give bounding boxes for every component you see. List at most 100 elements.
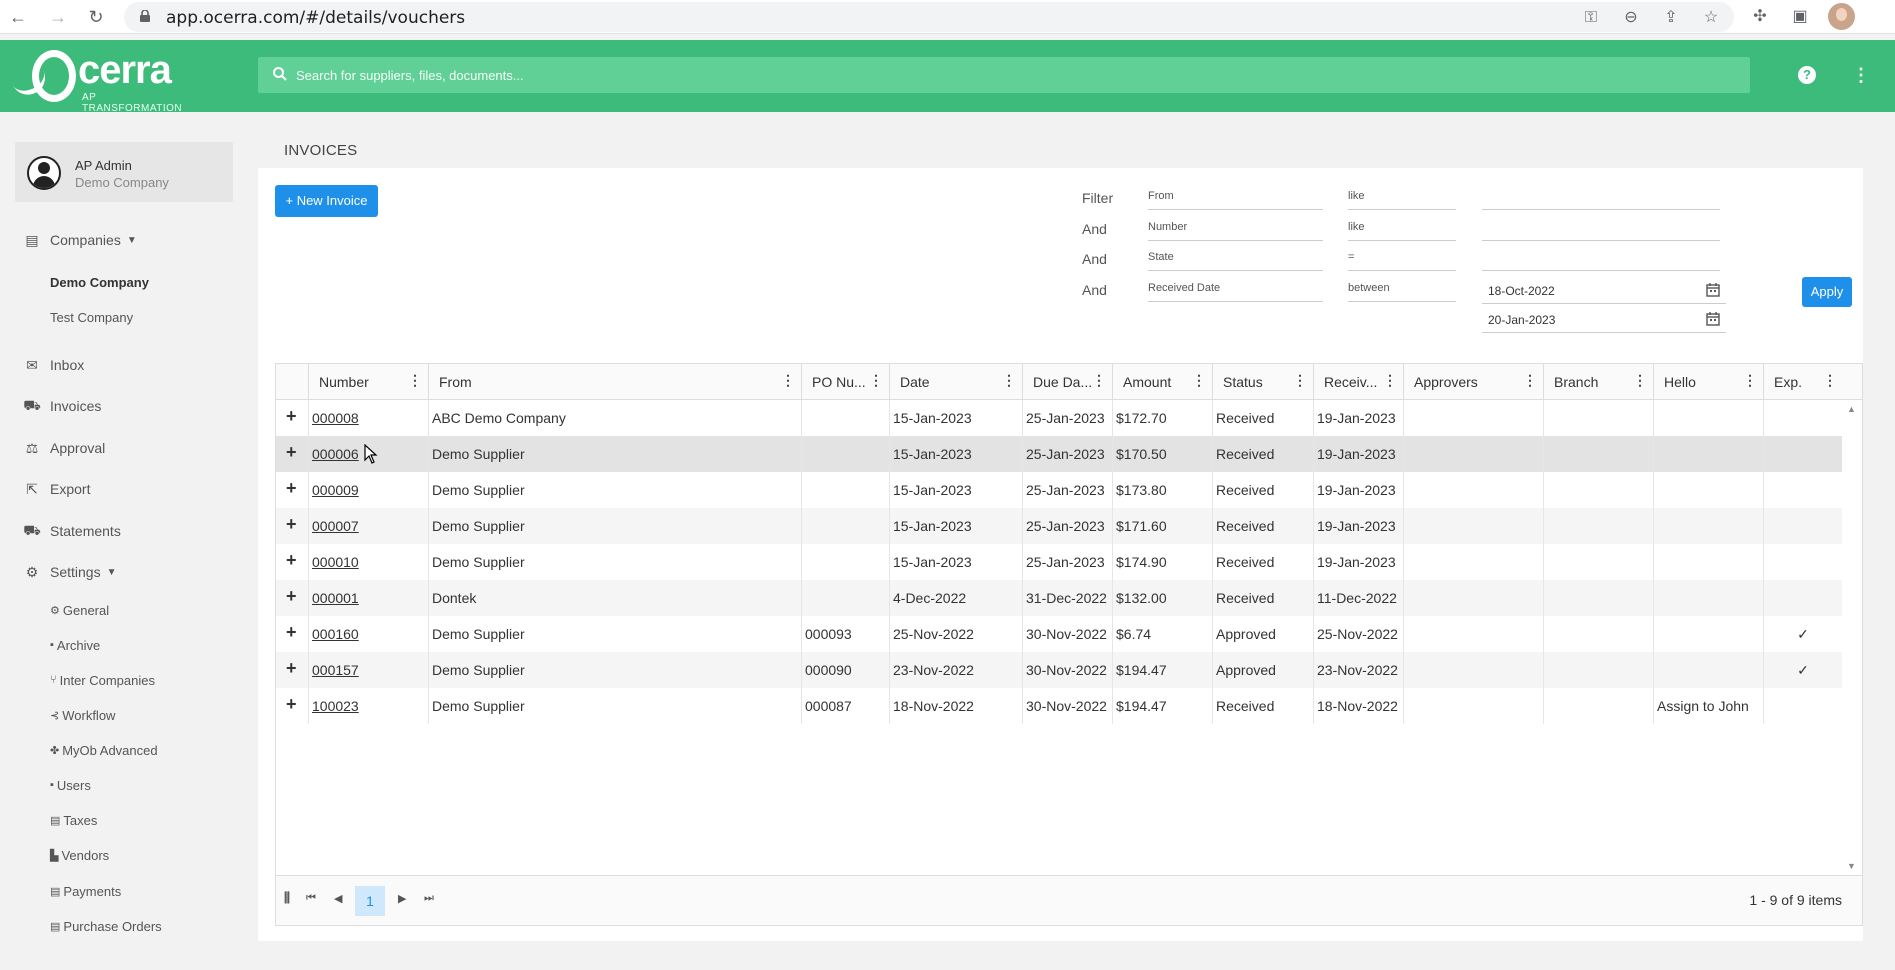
zoom-out-icon[interactable]: ⊖ — [1620, 7, 1642, 29]
vertical-scrollbar[interactable]: ▲ ▼ — [1842, 400, 1862, 875]
filter-op-from[interactable]: like — [1348, 188, 1456, 210]
table-row[interactable]: +000010 Demo Supplier 15-Jan-2023 25-Jan-20… — [276, 544, 1842, 580]
global-search[interactable] — [258, 57, 1750, 93]
settings-item-inter-companies[interactable]: ⑂ Inter Companies — [50, 670, 155, 690]
table-row[interactable]: +000008 ABC Demo Company 15-Jan-2023 25-Jan… — [276, 400, 1842, 436]
next-page-icon[interactable]: ▶ — [398, 892, 406, 905]
column-header-due-date[interactable]: Due Da... ⋮ — [1022, 364, 1112, 400]
cell-number[interactable]: 100023 — [308, 688, 428, 724]
cell-number[interactable]: 000160 — [308, 616, 428, 652]
company-item-demo[interactable]: Demo Company — [50, 272, 149, 292]
sidebar-item-approval[interactable]: ⚖ Approval — [22, 437, 106, 459]
expand-row-icon[interactable]: + — [276, 472, 308, 508]
filter-value-from[interactable] — [1482, 188, 1720, 210]
filter-op-state[interactable]: = — [1348, 249, 1456, 271]
last-page-icon[interactable]: ⏭ — [424, 892, 434, 905]
filter-op-number[interactable]: like — [1348, 219, 1456, 241]
ocerra-logo[interactable]: cerra AP TRANSFORMATION — [11, 48, 194, 114]
url-text[interactable]: app.ocerra.com/#/details/vouchers — [166, 8, 465, 28]
invoice-number-link[interactable]: 100023 — [312, 698, 359, 714]
column-header-status[interactable]: Status ⋮ — [1212, 364, 1313, 400]
column-header-amount[interactable]: Amount ⋮ — [1112, 364, 1212, 400]
column-menu-icon[interactable]: ⋮ — [1192, 372, 1206, 389]
column-header-date[interactable]: Date ⋮ — [889, 364, 1022, 400]
star-icon[interactable]: ☆ — [1700, 7, 1722, 29]
column-header-po-number[interactable]: PO Nu... ⋮ — [801, 364, 889, 400]
sidebar-item-inbox[interactable]: ✉ Inbox — [22, 354, 84, 376]
filter-field-state[interactable]: State — [1148, 249, 1323, 271]
scroll-down-icon[interactable]: ▼ — [1847, 861, 1856, 871]
table-row[interactable]: +000157 Demo Supplier 000090 23-Nov-2022 30-… — [276, 652, 1842, 688]
column-menu-icon[interactable]: ⋮ — [1092, 372, 1106, 389]
settings-item-payments[interactable]: ▤ Payments — [50, 881, 121, 901]
key-icon[interactable]: ⚿ — [1580, 7, 1602, 29]
cell-number[interactable]: 000010 — [308, 544, 428, 580]
table-row[interactable]: +000001 Dontek 4-Dec-2022 31-Dec-2022 $132.0… — [276, 580, 1842, 616]
back-arrow-icon[interactable]: ← — [6, 5, 30, 29]
expand-row-icon[interactable]: + — [276, 652, 308, 688]
calendar-icon[interactable] — [1706, 312, 1720, 326]
column-menu-icon[interactable]: ⋮ — [1633, 372, 1647, 389]
settings-item-myob[interactable]: ✤ MyOb Advanced — [50, 740, 158, 760]
cell-number[interactable]: 000001 — [308, 580, 428, 616]
invoice-number-link[interactable]: 000001 — [312, 590, 359, 606]
expand-row-icon[interactable]: + — [276, 400, 308, 436]
filter-value-state[interactable] — [1482, 249, 1720, 271]
company-item-test[interactable]: Test Company — [50, 307, 133, 327]
settings-item-archive[interactable]: ▪ Archive — [50, 635, 100, 655]
prev-page-icon[interactable]: ◀ — [334, 892, 342, 905]
invoice-number-link[interactable]: 000157 — [312, 662, 359, 678]
column-header-exp[interactable]: Exp. ⋮ — [1763, 364, 1843, 400]
column-menu-icon[interactable]: ⋮ — [1002, 372, 1016, 389]
column-header-from[interactable]: From ⋮ — [428, 364, 801, 400]
help-icon[interactable]: ? — [1798, 66, 1816, 84]
cell-number[interactable]: 000157 — [308, 652, 428, 688]
cell-number[interactable]: 000008 — [308, 400, 428, 436]
column-chooser-icon[interactable]: ⫼ — [284, 890, 290, 906]
extensions-icon[interactable]: ✣ — [1748, 5, 1772, 29]
expand-row-icon[interactable]: + — [276, 436, 308, 472]
table-row[interactable]: +000009 Demo Supplier 15-Jan-2023 25-Jan-20… — [276, 472, 1842, 508]
column-header-branch[interactable]: Branch ⋮ — [1543, 364, 1653, 400]
address-bar[interactable]: app.ocerra.com/#/details/vouchers ⚿ ⊖ ⇪ … — [124, 2, 1734, 32]
cell-number[interactable]: 000009 — [308, 472, 428, 508]
invoice-number-link[interactable]: 000008 — [312, 410, 359, 426]
search-input[interactable] — [296, 57, 1736, 93]
share-icon[interactable]: ⇪ — [1660, 7, 1682, 29]
column-header-hello[interactable]: Hello ⋮ — [1653, 364, 1763, 400]
expand-row-icon[interactable]: + — [276, 688, 308, 724]
filter-field-received-date[interactable]: Received Date — [1148, 280, 1323, 302]
side-panel-icon[interactable]: ▣ — [1788, 5, 1812, 29]
first-page-icon[interactable]: ⏮ — [306, 892, 316, 905]
settings-item-purchase-orders[interactable]: ▤ Purchase Orders — [50, 916, 162, 936]
column-header-approvers[interactable]: Approvers ⋮ — [1403, 364, 1543, 400]
cell-number[interactable]: 000007 — [308, 508, 428, 544]
invoice-number-link[interactable]: 000006 — [312, 446, 359, 462]
table-row[interactable]: +000007 Demo Supplier 15-Jan-2023 25-Jan-20… — [276, 508, 1842, 544]
column-menu-icon[interactable]: ⋮ — [408, 372, 422, 389]
invoice-number-link[interactable]: 000160 — [312, 626, 359, 642]
reload-icon[interactable]: ↻ — [84, 5, 108, 29]
sidebar-item-export[interactable]: ⇱ Export — [22, 478, 90, 500]
column-header-received[interactable]: Receiv... ⋮ — [1313, 364, 1403, 400]
table-row[interactable]: +100023 Demo Supplier 000087 18-Nov-2022 30-… — [276, 688, 1842, 724]
user-card[interactable]: AP Admin Demo Company — [15, 142, 233, 202]
column-menu-icon[interactable]: ⋮ — [869, 372, 883, 389]
new-invoice-button[interactable]: + New Invoice — [275, 185, 378, 217]
expand-row-icon[interactable]: + — [276, 544, 308, 580]
invoice-number-link[interactable]: 000007 — [312, 518, 359, 534]
expand-row-icon[interactable]: + — [276, 616, 308, 652]
filter-op-received-date[interactable]: between — [1348, 280, 1456, 302]
date-from-field[interactable]: 18-Oct-2022 — [1482, 278, 1726, 304]
filter-value-number[interactable] — [1482, 219, 1720, 241]
column-menu-icon[interactable]: ⋮ — [1293, 372, 1307, 389]
scroll-up-icon[interactable]: ▲ — [1847, 404, 1856, 414]
more-options-icon[interactable]: ⋮ — [1852, 64, 1870, 86]
expand-row-icon[interactable]: + — [276, 508, 308, 544]
browser-profile-avatar[interactable] — [1828, 3, 1855, 30]
invoice-number-link[interactable]: 000009 — [312, 482, 359, 498]
settings-item-taxes[interactable]: ▤ Taxes — [50, 810, 97, 830]
settings-item-users[interactable]: ▪ Users — [50, 775, 91, 795]
sidebar-item-settings[interactable]: ⚙ Settings ▼ — [22, 561, 117, 583]
column-header-number[interactable]: Number ⋮ — [308, 364, 428, 400]
